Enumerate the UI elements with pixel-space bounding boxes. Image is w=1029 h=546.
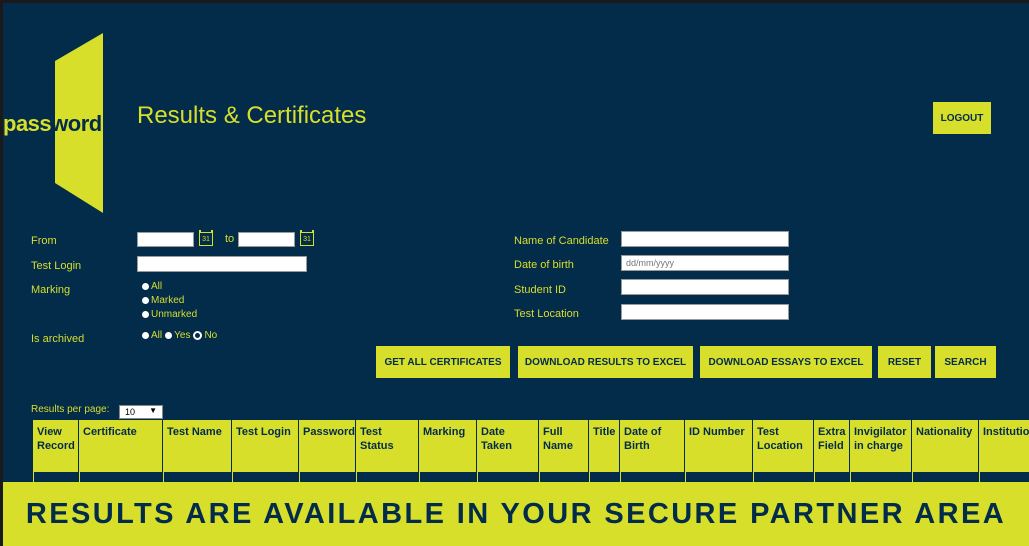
date-of-birth-label: Date of birth xyxy=(514,259,574,271)
archived-option-yes[interactable]: Yes xyxy=(174,330,190,341)
column-header-test-name[interactable]: Test Name xyxy=(163,420,232,472)
radio-icon[interactable] xyxy=(142,283,149,290)
column-header-test-location[interactable]: Test Location xyxy=(753,420,814,472)
test-location-label: Test Location xyxy=(514,308,579,320)
name-of-candidate-input[interactable] xyxy=(621,231,789,247)
column-header-view-record[interactable]: View Record xyxy=(33,420,79,472)
column-header-date-taken[interactable]: Date Taken xyxy=(477,420,539,472)
promo-banner: RESULTS ARE AVAILABLE IN YOUR SECURE PAR… xyxy=(3,482,1029,546)
calendar-icon-to-text: 31 xyxy=(303,236,311,243)
marking-option-all[interactable]: All xyxy=(142,281,162,292)
download-essays-excel-button[interactable]: DOWNLOAD ESSAYS TO EXCEL xyxy=(700,346,872,378)
chevron-down-icon: ▼ xyxy=(149,406,157,415)
results-per-page-value: 10 xyxy=(125,407,136,417)
calendar-icon-from[interactable]: 31 xyxy=(199,230,213,246)
marking-option-marked[interactable]: Marked xyxy=(142,295,184,306)
column-header-id-number[interactable]: ID Number xyxy=(685,420,753,472)
logo-text-pass: pass xyxy=(3,111,52,136)
column-header-certificate[interactable]: Certificate xyxy=(79,420,163,472)
to-date-input[interactable] xyxy=(238,232,295,247)
column-header-password[interactable]: Password xyxy=(299,420,356,472)
reset-button[interactable]: RESET xyxy=(878,346,931,378)
column-header-extra-field[interactable]: Extra Field xyxy=(814,420,850,472)
marking-option-marked-label: Marked xyxy=(151,295,185,306)
search-button[interactable]: SEARCH xyxy=(935,346,996,378)
column-header-invigilator[interactable]: Invigilator in charge xyxy=(850,420,912,472)
from-date-input[interactable] xyxy=(137,232,194,247)
marking-option-all-label: All xyxy=(151,281,163,292)
get-all-certificates-button[interactable]: GET ALL CERTIFICATES xyxy=(376,346,510,378)
column-header-title[interactable]: Title xyxy=(589,420,620,472)
to-label: to xyxy=(225,233,235,245)
column-header-test-status[interactable]: Test Status xyxy=(356,420,419,472)
calendar-icon-from-text: 31 xyxy=(202,236,210,243)
student-id-label: Student ID xyxy=(514,284,566,296)
download-results-excel-button[interactable]: DOWNLOAD RESULTS TO EXCEL xyxy=(518,346,693,378)
column-header-marking[interactable]: Marking xyxy=(419,420,477,472)
calendar-icon-to[interactable]: 31 xyxy=(300,230,314,246)
student-id-input[interactable] xyxy=(621,279,789,295)
archived-options: All Yes No xyxy=(142,330,217,341)
column-header-test-login[interactable]: Test Login xyxy=(232,420,299,472)
logo: password xyxy=(3,111,102,137)
radio-icon[interactable] xyxy=(142,311,149,318)
results-per-page-label: Results per page: xyxy=(31,404,110,415)
date-of-birth-input[interactable] xyxy=(621,255,789,271)
column-header-full-name[interactable]: Full Name xyxy=(539,420,589,472)
logout-button[interactable]: LOGOUT xyxy=(933,102,991,134)
radio-icon[interactable] xyxy=(142,297,149,304)
app-frame: password Results & Certificates LOGOUT F… xyxy=(3,3,1029,546)
test-login-label: Test Login xyxy=(31,260,82,272)
radio-icon[interactable] xyxy=(165,332,173,339)
marking-label: Marking xyxy=(31,284,71,296)
name-of-candidate-label: Name of Candidate xyxy=(514,235,609,247)
is-archived-label: Is archived xyxy=(31,333,85,345)
from-label: From xyxy=(31,235,57,247)
column-header-institution-field-1[interactable]: Institution field 1 xyxy=(979,420,1029,472)
archived-option-no[interactable]: No xyxy=(204,330,217,341)
radio-icon[interactable] xyxy=(142,332,149,339)
logo-text-word: word xyxy=(51,111,102,136)
column-header-date-of-birth[interactable]: Date of Birth xyxy=(620,420,685,472)
marking-option-unmarked-label: Unmarked xyxy=(151,309,198,320)
test-login-input[interactable] xyxy=(137,256,307,272)
radio-selected-icon[interactable] xyxy=(193,331,203,340)
archived-option-all[interactable]: All xyxy=(151,330,162,341)
test-location-input[interactable] xyxy=(621,304,789,320)
results-per-page-select[interactable]: 10 ▼ xyxy=(119,405,163,419)
column-header-nationality[interactable]: Nationality xyxy=(912,420,979,472)
marking-option-unmarked[interactable]: Unmarked xyxy=(142,309,197,320)
page-title: Results & Certificates xyxy=(137,102,367,129)
